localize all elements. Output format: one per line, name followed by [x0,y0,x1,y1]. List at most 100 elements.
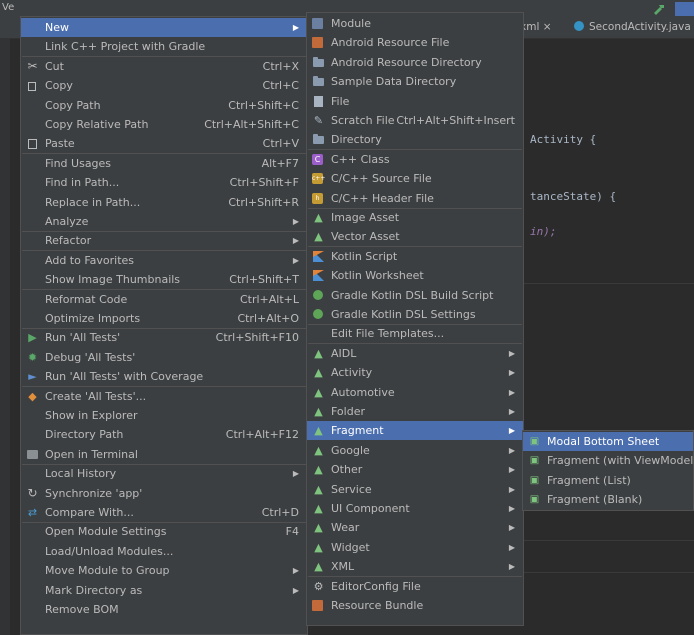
new-item-image-asset[interactable]: ▲ Image Asset [307,208,523,227]
submenu-arrow-icon: ▶ [292,585,299,595]
submenu-arrow-icon: ▶ [508,504,515,513]
new-item-activity[interactable]: ▲ Activity ▶ [307,363,523,382]
menu-item-label: Other [331,463,363,477]
folder-icon [312,56,325,69]
file-icon [312,95,325,108]
code-line: Activity { [530,133,597,146]
menu-item-find-usages[interactable]: Find Usages Alt+F7 [21,154,307,173]
new-item-widget[interactable]: ▲ Widget ▶ [307,538,523,557]
editor-tab-second-activity[interactable]: SecondActivity.java [574,21,691,33]
menu-item-label: Load/Unload Modules... [45,544,174,558]
cpp-header-icon: h [312,192,323,204]
fragment-item-fragment-blank[interactable]: ▣ Fragment (Blank) [523,490,693,509]
menu-item-compare-with[interactable]: ⇄ Compare With... Ctrl+D [21,503,307,522]
menu-item-synchronize-app[interactable]: ↻ Synchronize 'app' [21,484,307,503]
fragment-icon: ▣ [529,474,540,486]
menu-item-optimize-imports[interactable]: Optimize Imports Ctrl+Alt+O [21,309,307,328]
menu-item-create-all-tests[interactable]: ◆ Create 'All Tests'... [21,387,307,406]
menu-item-label: Fragment (List) [547,473,631,487]
new-item-other[interactable]: ▲ Other ▶ [307,460,523,479]
editor-gutter [0,38,10,635]
android-icon: ▲ [314,560,323,574]
new-item-edit-file-templates[interactable]: Edit File Templates... [307,324,523,343]
fragment-item-fragment-list[interactable]: ▣ Fragment (List) [523,471,693,490]
menu-item-add-to-favorites[interactable]: Add to Favorites ▶ [21,251,307,270]
new-item-kotlin-worksheet[interactable]: Kotlin Worksheet [307,266,523,285]
menu-item-label: Add to Favorites [45,253,135,267]
new-item-kotlin-script[interactable]: Kotlin Script [307,247,523,266]
new-item-android-resource-file[interactable]: Android Resource File [307,33,523,52]
new-item-gradle-kotlin-dsl-settings[interactable]: Gradle Kotlin DSL Settings [307,305,523,324]
build-hammer-icon[interactable] [652,3,666,15]
new-item-xml[interactable]: ▲ XML ▶ [307,557,523,576]
menu-item-new[interactable]: New ▶ [21,18,307,37]
menu-item-label: EditorConfig File [331,579,421,593]
menu-item-label: Modal Bottom Sheet [547,435,660,448]
menu-item-replace-in-path[interactable]: Replace in Path... Ctrl+Shift+R [21,193,307,212]
new-item-folder[interactable]: ▲ Folder ▶ [307,402,523,421]
new-item-fragment[interactable]: ▲ Fragment ▶ [307,421,523,441]
menu-item-cut[interactable]: ✂ Cut Ctrl+X [21,57,307,76]
menu-item-refactor[interactable]: Refactor ▶ [21,231,307,250]
new-item-editorconfig-file[interactable]: ⚙ EditorConfig File [307,577,523,596]
menu-item-label: Widget [331,540,370,554]
menu-item-copy-relative-path[interactable]: Copy Relative Path Ctrl+Alt+Shift+C [21,115,307,134]
new-item-c-c-header-file[interactable]: h C/C++ Header File [307,189,523,208]
menu-item-local-history[interactable]: Local History ▶ [21,464,307,483]
new-item-resource-bundle[interactable]: Resource Bundle [307,596,523,615]
new-item-module[interactable]: Module [307,14,523,33]
new-item-automotive[interactable]: ▲ Automotive ▶ [307,383,523,402]
new-item-aidl[interactable]: ▲ AIDL ▶ [307,344,523,363]
gradle-icon [313,289,323,300]
fragment-item-modal-bottom-sheet[interactable]: ▣ Modal Bottom Sheet [523,432,693,451]
menu-item-open-in-terminal[interactable]: Open in Terminal [21,445,307,464]
fragment-submenu: ▣ Modal Bottom Sheet ▣ Fragment (with ViewM… [522,430,694,511]
terminal-icon [26,448,39,461]
new-item-ui-component[interactable]: ▲ UI Component ▶ [307,499,523,518]
menu-item-label: Find in Path... [45,176,120,190]
new-item-file[interactable]: File [307,92,523,111]
menu-item-load-unload-modules[interactable]: Load/Unload Modules... [21,542,307,561]
new-item-gradle-kotlin-dsl-build-script[interactable]: Gradle Kotlin DSL Build Script [307,286,523,305]
menu-item-show-image-thumbnails[interactable]: Show Image Thumbnails Ctrl+Shift+T [21,270,307,289]
menu-item-directory-path[interactable]: Directory Path Ctrl+Alt+F12 [21,425,307,444]
new-item-directory[interactable]: Directory [307,130,523,149]
new-item-wear[interactable]: ▲ Wear ▶ [307,518,523,537]
menu-item-label: Local History [45,467,117,481]
menu-item-copy-path[interactable]: Copy Path Ctrl+Shift+C [21,96,307,115]
submenu-arrow-icon: ▶ [292,566,299,576]
menu-item-shortcut: Ctrl+D [261,506,299,519]
menu-item-label: Compare With... [45,506,134,519]
new-item-scratch-file[interactable]: ✎ Scratch File Ctrl+Alt+Shift+Insert [307,111,523,130]
menu-item-label: Link C++ Project with Gradle [45,40,206,54]
menu-item-remove-bom[interactable]: Remove BOM [21,600,307,619]
menu-item-move-module-to-group[interactable]: Move Module to Group ▶ [21,561,307,580]
menu-item-show-in-explorer[interactable]: Show in Explorer [21,406,307,425]
menu-item-label: Optimize Imports [45,312,141,325]
run-config-icon[interactable] [675,2,694,16]
new-item-service[interactable]: ▲ Service ▶ [307,480,523,499]
menu-item-mark-directory-as[interactable]: Mark Directory as ▶ [21,581,307,600]
menu-item-analyze[interactable]: Analyze ▶ [21,212,307,231]
fragment-item-fragment-with-viewmodel[interactable]: ▣ Fragment (with ViewModel) [523,451,694,470]
menu-item-label: UI Component [331,502,410,515]
menu-item-copy[interactable]: Copy Ctrl+C [21,76,307,95]
menu-item-reformat-code[interactable]: Reformat Code Ctrl+Alt+L [21,290,307,309]
new-item-c-c-source-file[interactable]: c++ C/C++ Source File [307,169,523,188]
menu-item-open-module-settings[interactable]: Open Module Settings F4 [21,522,307,541]
new-item-c-class[interactable]: C C++ Class [307,150,523,169]
new-item-sample-data-directory[interactable]: Sample Data Directory [307,72,523,91]
menu-item-find-in-path[interactable]: Find in Path... Ctrl+Shift+F [21,173,307,192]
new-item-vector-asset[interactable]: ▲ Vector Asset [307,227,523,246]
menu-item-debug-all-tests[interactable]: ✹ Debug 'All Tests' [21,348,307,367]
menu-item-run-all-tests-with-coverage[interactable]: ► Run 'All Tests' with Coverage [21,367,307,386]
kotlin-icon [312,250,325,263]
new-item-google[interactable]: ▲ Google ▶ [307,441,523,460]
editor-tab-xml[interactable]: xml × [520,21,552,33]
menu-item-link-c-project-with-gradle[interactable]: Link C++ Project with Gradle [21,37,307,56]
menu-item-paste[interactable]: Paste Ctrl+V [21,134,307,153]
menu-item-label: Move Module to Group [45,564,170,578]
new-item-android-resource-directory[interactable]: Android Resource Directory [307,53,523,72]
menu-item-label: Mark Directory as [45,583,143,597]
menu-item-run-all-tests[interactable]: ▶ Run 'All Tests' Ctrl+Shift+F10 [21,328,307,347]
